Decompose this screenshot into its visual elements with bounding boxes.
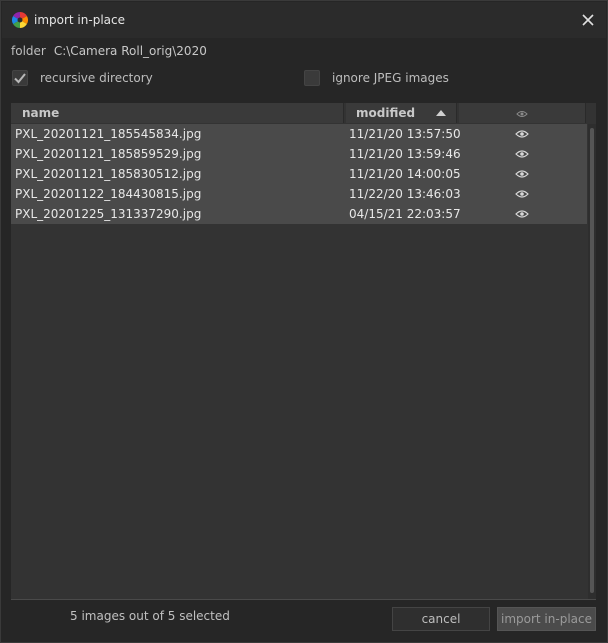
column-header-name-label: name — [22, 106, 60, 120]
eye-icon — [516, 111, 528, 117]
divider — [11, 599, 596, 600]
column-header-name[interactable]: name — [11, 103, 344, 123]
folder-label: folder — [11, 44, 46, 58]
import-dialog: import in-place folder C:\Camera Roll_ori… — [0, 0, 608, 643]
folder-row: folder C:\Camera Roll_orig\2020 — [11, 44, 207, 58]
table-row[interactable]: PXL_20201121_185830512.jpg 11/21/20 14:0… — [11, 164, 587, 184]
sort-ascending-icon — [436, 110, 446, 116]
file-name: PXL_20201121_185830512.jpg — [15, 167, 202, 181]
table-row[interactable]: PXL_20201121_185859529.jpg 11/21/20 13:5… — [11, 144, 587, 164]
eye-icon[interactable] — [515, 208, 529, 220]
file-name: PXL_20201121_185545834.jpg — [15, 127, 202, 141]
checkmark-icon — [14, 73, 26, 84]
table-row[interactable]: PXL_20201121_185545834.jpg 11/21/20 13:5… — [11, 124, 587, 144]
ignore-jpeg-option[interactable]: ignore JPEG images — [304, 70, 449, 86]
column-header-modified-label: modified — [356, 106, 416, 120]
ignore-jpeg-checkbox[interactable] — [304, 70, 320, 86]
file-name: PXL_20201122_184430815.jpg — [15, 187, 202, 201]
cancel-button[interactable]: cancel — [392, 607, 490, 631]
column-header-thumbnail[interactable] — [459, 103, 586, 123]
close-icon[interactable] — [580, 12, 596, 28]
file-name: PXL_20201225_131337290.jpg — [15, 207, 202, 221]
recursive-directory-label: recursive directory — [40, 71, 153, 85]
file-table: name modified PXL_20201121_185545834.jpg… — [11, 103, 596, 599]
eye-icon[interactable] — [515, 148, 529, 160]
eye-icon[interactable] — [515, 128, 529, 140]
ignore-jpeg-label: ignore JPEG images — [332, 71, 449, 85]
file-modified: 11/21/20 14:00:05 — [349, 167, 461, 181]
import-in-place-button[interactable]: import in-place — [497, 607, 596, 631]
recursive-directory-checkbox[interactable] — [12, 70, 28, 86]
file-modified: 11/21/20 13:59:46 — [349, 147, 461, 161]
file-modified: 11/22/20 13:46:03 — [349, 187, 461, 201]
selection-status: 5 images out of 5 selected — [70, 609, 230, 623]
column-header-modified[interactable]: modified — [346, 103, 457, 123]
table-row[interactable]: PXL_20201225_131337290.jpg 04/15/21 22:0… — [11, 204, 587, 224]
file-name: PXL_20201121_185859529.jpg — [15, 147, 202, 161]
file-modified: 04/15/21 22:03:57 — [349, 207, 461, 221]
recursive-directory-option[interactable]: recursive directory — [12, 70, 153, 86]
table-row[interactable]: PXL_20201122_184430815.jpg 11/22/20 13:4… — [11, 184, 587, 204]
folder-path: C:\Camera Roll_orig\2020 — [53, 44, 207, 58]
vertical-scrollbar[interactable] — [588, 124, 596, 599]
dialog-title: import in-place — [34, 13, 125, 27]
file-modified: 11/21/20 13:57:50 — [349, 127, 461, 141]
darktable-logo-icon — [12, 12, 28, 28]
eye-icon[interactable] — [515, 188, 529, 200]
file-list: PXL_20201121_185545834.jpg 11/21/20 13:5… — [11, 124, 587, 224]
eye-icon[interactable] — [515, 168, 529, 180]
title-bar: import in-place — [2, 2, 606, 38]
scrollbar-thumb[interactable] — [590, 128, 594, 593]
